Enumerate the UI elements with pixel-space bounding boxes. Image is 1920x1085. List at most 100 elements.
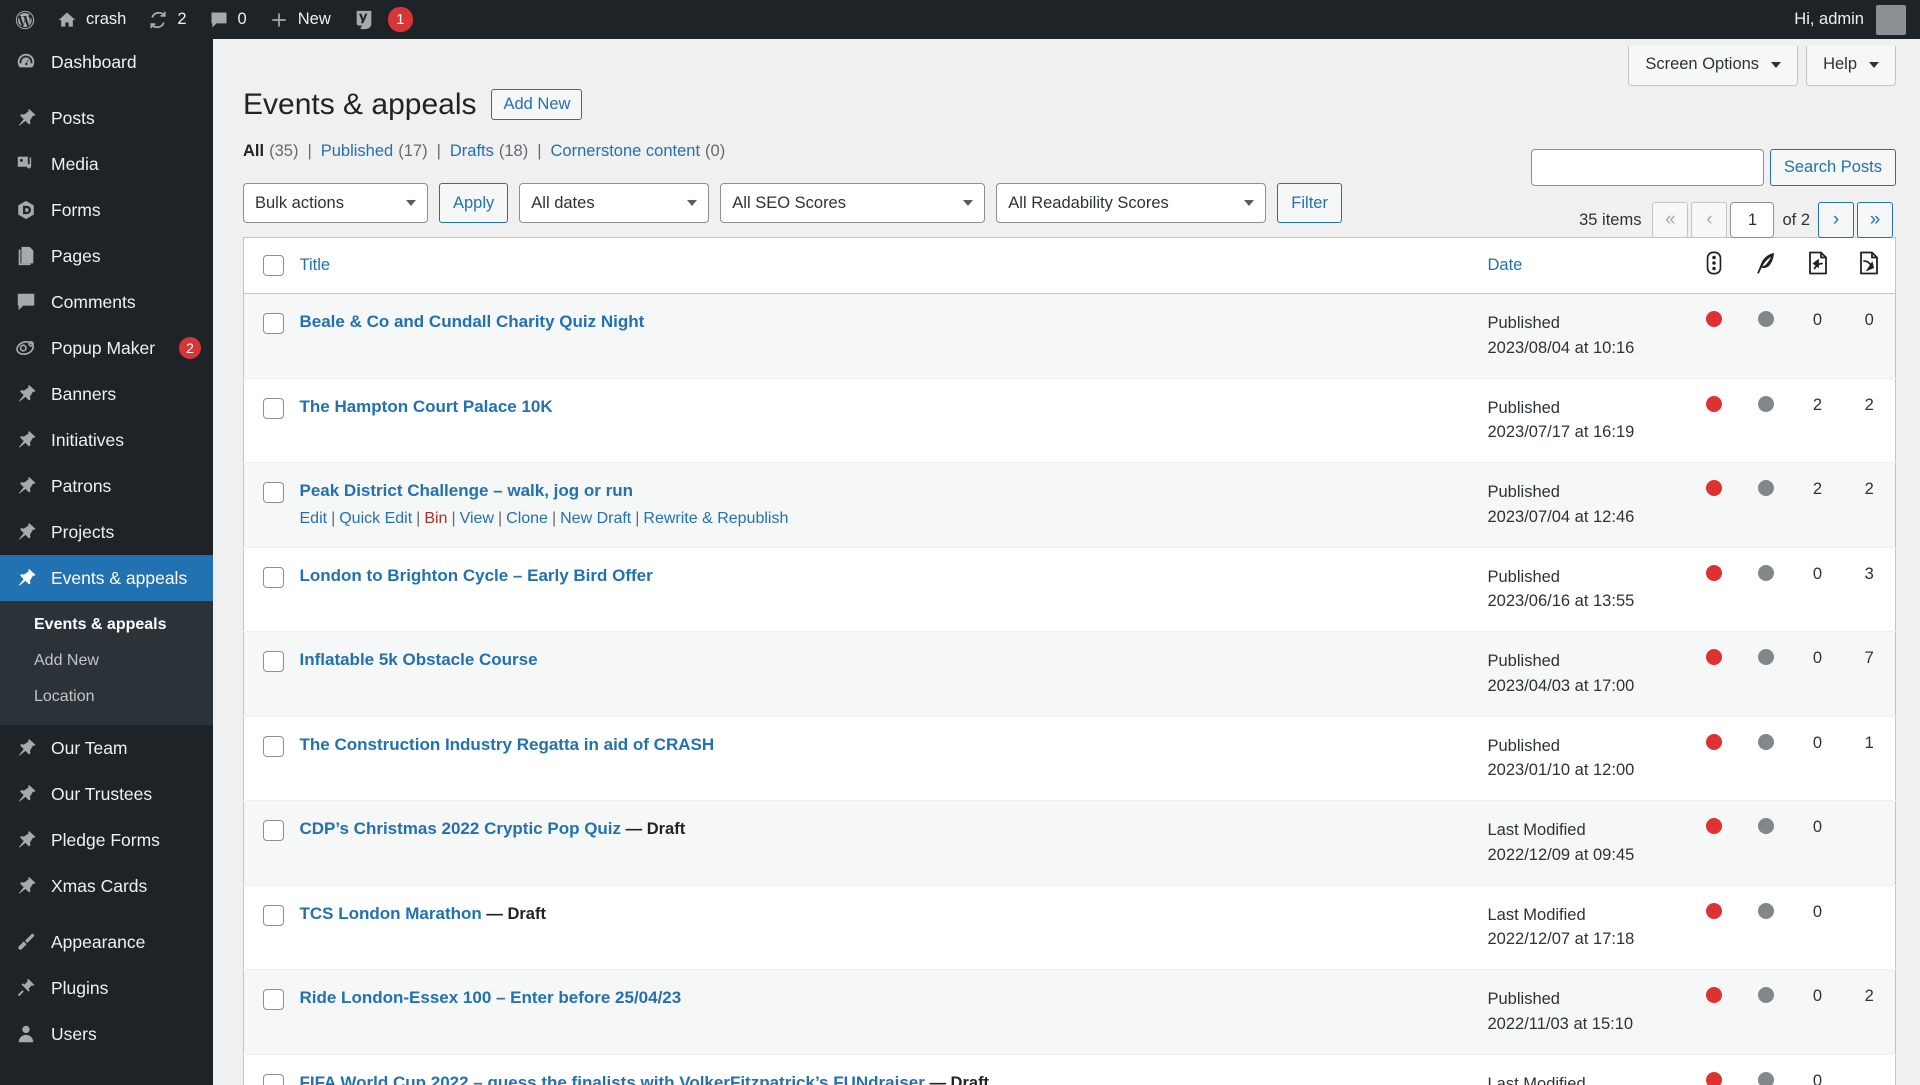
yoast-seo-menu[interactable]: 1 xyxy=(342,0,424,39)
row-checkbox[interactable] xyxy=(263,313,284,334)
row-checkbox[interactable] xyxy=(263,1073,284,1085)
filter-button[interactable]: Filter xyxy=(1277,183,1342,223)
row-checkbox[interactable] xyxy=(263,566,284,588)
row-checkbox[interactable] xyxy=(263,651,284,672)
sidebar-item-pledge-forms[interactable]: Pledge Forms xyxy=(0,817,213,863)
outgoing-links-column-header[interactable] xyxy=(1843,237,1896,294)
post-title-link[interactable]: TCS London Marathon xyxy=(300,904,482,923)
view-link-drafts[interactable]: Drafts xyxy=(450,142,494,161)
post-title-link[interactable]: Peak District Challenge – walk, jog or r… xyxy=(300,481,633,500)
sidebar-item-our-trustees[interactable]: Our Trustees xyxy=(0,771,213,817)
row-checkbox[interactable] xyxy=(263,482,284,503)
post-title-link[interactable]: CDP’s Christmas 2022 Cryptic Pop Quiz xyxy=(300,819,622,838)
post-title-link[interactable]: Inflatable 5k Obstacle Course xyxy=(300,650,538,669)
pin-icon xyxy=(14,382,38,406)
submenu-item-events-appeals[interactable]: Events & appeals xyxy=(0,607,213,643)
sidebar-item-comments[interactable]: Comments xyxy=(0,279,213,325)
admin-bar: crash 2 0 New 1 Hi, admin xyxy=(0,0,1920,39)
add-new-button[interactable]: Add New xyxy=(491,89,583,120)
sidebar-item-initiatives[interactable]: Initiatives xyxy=(0,417,213,463)
page-title: Events & appeals xyxy=(243,88,477,121)
sidebar-item-forms[interactable]: Forms xyxy=(0,187,213,233)
help-button[interactable]: Help xyxy=(1806,46,1896,86)
row-checkbox[interactable] xyxy=(263,820,284,841)
date-column-header[interactable]: Date xyxy=(1487,237,1688,294)
screen-meta-links: Screen Options Help xyxy=(1628,46,1896,86)
current-page-input[interactable] xyxy=(1730,202,1775,238)
howdy-label[interactable]: Hi, admin xyxy=(1794,10,1864,29)
new-content-menu[interactable]: New xyxy=(258,0,342,39)
sidebar-item-users[interactable]: Users xyxy=(0,1011,213,1057)
sidebar-item-appearance[interactable]: Appearance xyxy=(0,919,213,965)
sidebar-item-label: Media xyxy=(51,154,99,174)
apply-button[interactable]: Apply xyxy=(439,183,509,223)
search-input[interactable] xyxy=(1530,149,1764,186)
screen-options-button[interactable]: Screen Options xyxy=(1628,46,1799,86)
row-checkbox[interactable] xyxy=(263,397,284,419)
sidebar-item-events-appeals[interactable]: Events & appeals xyxy=(0,555,213,601)
row-action-edit[interactable]: Edit xyxy=(300,510,328,527)
row-action-new-draft[interactable]: New Draft xyxy=(560,510,631,527)
row-action-bin[interactable]: Bin xyxy=(424,510,447,527)
row-action-clone[interactable]: Clone xyxy=(506,510,548,527)
sidebar-item-xmas-cards[interactable]: Xmas Cards xyxy=(0,863,213,909)
post-title-link[interactable]: Beale & Co and Cundall Charity Quiz Nigh… xyxy=(300,312,645,331)
search-posts-button[interactable]: Search Posts xyxy=(1769,149,1896,186)
view-separator: | xyxy=(307,142,312,160)
select-all-checkbox[interactable] xyxy=(263,255,284,276)
comments-menu[interactable]: 0 xyxy=(198,0,258,39)
all-dates-select[interactable]: All dates xyxy=(519,183,710,223)
sidebar-item-popup-maker[interactable]: Popup Maker 2 xyxy=(0,325,213,371)
sidebar-item-our-team[interactable]: Our Team xyxy=(0,725,213,771)
outgoing-links-cell: 0 xyxy=(1864,311,1874,329)
post-date-cell: Published 2023/04/03 at 17:00 xyxy=(1488,632,1688,717)
sidebar-item-posts[interactable]: Posts xyxy=(0,95,213,141)
table-row: Peak District Challenge – walk, jog or r… xyxy=(243,462,1896,547)
row-checkbox[interactable] xyxy=(263,989,284,1010)
sidebar-item-media[interactable]: Media xyxy=(0,141,213,187)
post-title-link[interactable]: FIFA World Cup 2022 – guess the finalist… xyxy=(300,1073,925,1085)
sidebar-item-plugins[interactable]: Plugins xyxy=(0,965,213,1011)
post-title-link[interactable]: Ride London-Essex 100 – Enter before 25/… xyxy=(300,988,682,1007)
row-checkbox[interactable] xyxy=(263,904,284,926)
row-action-rewrite-republish[interactable]: Rewrite & Republish xyxy=(643,510,788,527)
date-status: Last Modified xyxy=(1487,905,1586,924)
row-checkbox-cell xyxy=(244,801,300,886)
sidebar-item-dashboard[interactable]: Dashboard xyxy=(0,39,213,85)
last-page-button[interactable]: » xyxy=(1857,202,1893,238)
incoming-links-cell: 0 xyxy=(1812,311,1823,329)
sidebar-item-banners[interactable]: Banners xyxy=(0,371,213,417)
seo-score-column-header[interactable] xyxy=(1687,237,1740,294)
sidebar-item-label: Comments xyxy=(51,292,136,312)
sidebar-item-patrons[interactable]: Patrons xyxy=(0,463,213,509)
post-state: — Draft xyxy=(929,1073,990,1085)
view-link-published[interactable]: Published xyxy=(321,142,393,161)
view-link-all[interactable]: All xyxy=(243,142,264,161)
row-action-view[interactable]: View xyxy=(460,510,494,527)
site-name-menu[interactable]: crash xyxy=(46,0,137,39)
sidebar-item-label: Popup Maker xyxy=(51,338,156,358)
post-title-link[interactable]: The Hampton Court Palace 10K xyxy=(300,397,553,416)
table-row: CDP’s Christmas 2022 Cryptic Pop Quiz — … xyxy=(243,800,1896,886)
submenu-item-location[interactable]: Location xyxy=(0,679,213,715)
row-action-quick-edit[interactable]: Quick Edit xyxy=(339,510,412,527)
next-page-button[interactable]: › xyxy=(1818,202,1854,238)
post-title-link[interactable]: The Construction Industry Regatta in aid… xyxy=(300,735,715,754)
incoming-links-column-header[interactable] xyxy=(1791,237,1844,294)
readability-score-select[interactable]: All Readability Scores xyxy=(996,183,1267,223)
seo-score-select[interactable]: All SEO Scores xyxy=(720,183,986,223)
bulk-actions-select[interactable]: Bulk actions xyxy=(243,183,428,223)
wordpress-logo-button[interactable] xyxy=(0,0,46,39)
avatar[interactable] xyxy=(1876,4,1906,35)
view-link-cornerstone-content[interactable]: Cornerstone content xyxy=(551,142,701,161)
submenu-item-add-new[interactable]: Add New xyxy=(0,643,213,679)
outgoing-links-cell xyxy=(1844,801,1896,886)
row-checkbox[interactable] xyxy=(263,735,284,757)
title-column-header[interactable]: Title xyxy=(299,237,1488,294)
updates-menu[interactable]: 2 xyxy=(137,0,197,39)
readability-column-header[interactable] xyxy=(1739,237,1792,294)
post-title-link[interactable]: London to Brighton Cycle – Early Bird Of… xyxy=(300,566,653,585)
sidebar-item-pages[interactable]: Pages xyxy=(0,233,213,279)
sidebar-item-projects[interactable]: Projects xyxy=(0,509,213,555)
seo-score-cell xyxy=(1688,716,1740,801)
